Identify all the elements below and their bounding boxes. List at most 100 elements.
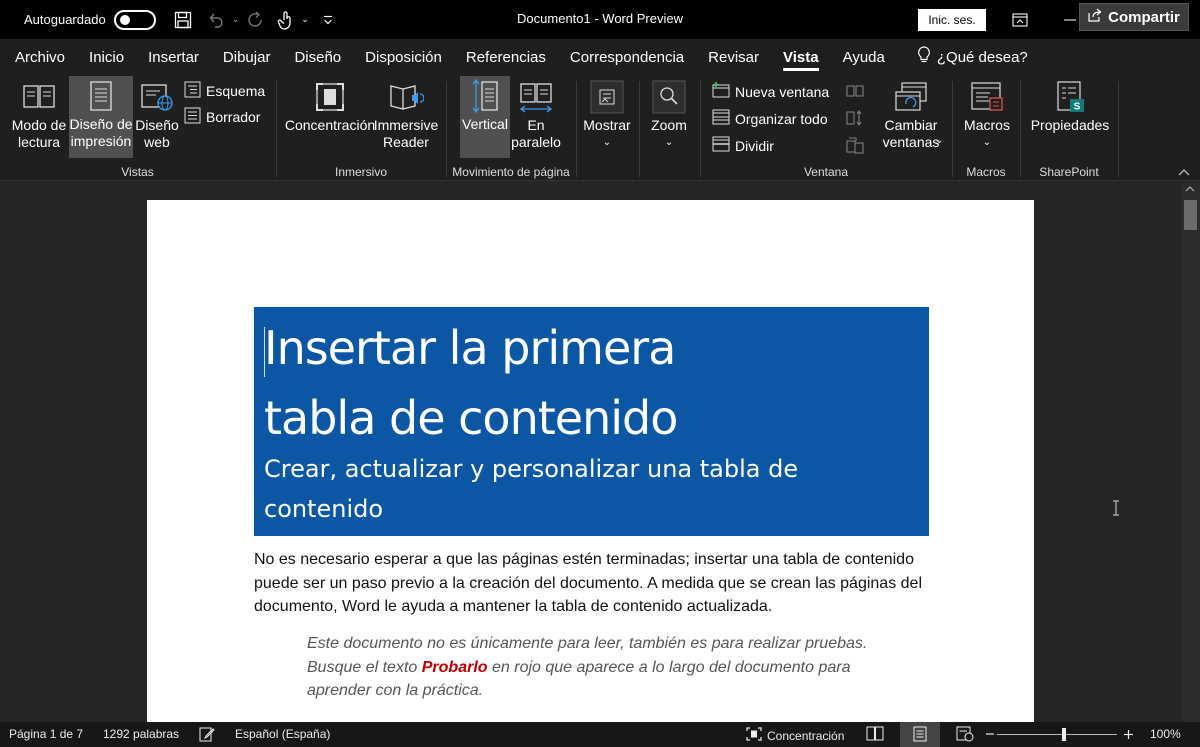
view-side-by-side-icon[interactable] <box>846 83 864 104</box>
zoom-slider-thumb[interactable] <box>1062 728 1066 741</box>
propiedades-button[interactable]: S Propiedades <box>1028 77 1112 159</box>
document-page[interactable]: Insertar la primera tabla de contenido C… <box>147 200 1034 722</box>
macros-chevron-icon: ⌄ <box>982 137 992 148</box>
undo-icon[interactable] <box>204 7 230 33</box>
tab-diseno[interactable]: Diseño <box>282 39 353 75</box>
ribbon-separator <box>446 81 447 177</box>
nueva-ventana-label: Nueva ventana <box>735 83 830 100</box>
scrollbar-thumb[interactable] <box>1184 200 1197 230</box>
document-title-line2[interactable]: tabla de contenido <box>264 383 919 453</box>
diseno-impresion-button[interactable]: Diseño de impresión <box>69 76 133 158</box>
nueva-ventana-button[interactable]: Nueva ventana <box>712 82 829 101</box>
tell-me-text: ¿Qué desea? <box>936 48 1028 66</box>
scroll-up-icon[interactable] <box>1185 184 1195 195</box>
body-paragraph[interactable]: No es necesario esperar a que las página… <box>254 548 934 619</box>
ribbon-separator <box>700 81 701 177</box>
ribbon-separator <box>276 81 277 177</box>
title-block[interactable]: Insertar la primera tabla de contenido C… <box>254 307 929 536</box>
quote-paragraph[interactable]: Este documento no es únicamente para lee… <box>307 632 907 703</box>
undo-chevron-icon[interactable]: ⌄ <box>232 14 240 25</box>
ribbon-separator <box>1118 81 1119 177</box>
touch-mode-icon[interactable] <box>273 7 299 33</box>
sign-in-button[interactable]: Inic. ses. <box>918 9 986 31</box>
concentracion-button[interactable]: Concentración <box>285 77 375 159</box>
switch-windows-icon <box>894 77 928 117</box>
ribbon: Modo de lectura Diseño de impresión Dise… <box>0 75 1200 181</box>
borrador-button[interactable]: Borrador <box>184 107 260 127</box>
share-label: Compartir <box>1108 8 1180 26</box>
svg-text:S: S <box>1074 102 1081 113</box>
zoom-chevron-icon: ⌄ <box>664 137 674 148</box>
zoom-out-icon[interactable] <box>986 733 994 735</box>
organizar-todo-button[interactable]: Organizar todo <box>712 109 828 128</box>
zoom-level[interactable]: 100% <box>1150 727 1181 741</box>
group-label-inmersivo: Inmersivo <box>334 165 387 179</box>
macros-button[interactable]: Macros ⌄ <box>958 77 1016 159</box>
ribbon-separator <box>639 81 640 177</box>
dividir-label: Dividir <box>735 137 774 154</box>
organizar-todo-label: Organizar todo <box>735 110 828 127</box>
focus-mode-button[interactable]: Concentración <box>746 727 844 744</box>
customize-toolbar-icon[interactable] <box>315 7 341 33</box>
print-layout-status-icon[interactable] <box>913 726 927 742</box>
split-icon <box>712 136 730 155</box>
macros-icon <box>970 77 1004 117</box>
autosave-toggle[interactable] <box>113 9 156 30</box>
show-icon <box>589 77 625 117</box>
side-to-side-icon <box>518 77 554 117</box>
diseno-impresion-label: Diseño de impresión <box>69 116 133 149</box>
page-count[interactable]: Página 1 de 7 <box>9 727 83 741</box>
en-paralelo-button[interactable]: En paralelo <box>511 77 561 159</box>
tab-archivo[interactable]: Archivo <box>0 39 77 75</box>
cambiar-ventanas-chevron-icon: ⌄ <box>935 135 944 146</box>
dividir-button[interactable]: Dividir <box>712 136 774 155</box>
tab-dibujar[interactable]: Dibujar <box>211 39 283 75</box>
tab-revisar[interactable]: Revisar <box>696 39 771 75</box>
new-window-icon <box>712 82 730 101</box>
tab-vista[interactable]: Vista <box>771 39 831 75</box>
tab-insertar[interactable]: Insertar <box>136 39 211 75</box>
esquema-button[interactable]: Esquema <box>184 81 265 101</box>
tell-me-box[interactable]: ¿Qué desea? <box>917 46 1028 68</box>
word-count[interactable]: 1292 palabras <box>103 727 179 741</box>
zoom-button[interactable]: Zoom ⌄ <box>643 77 695 159</box>
zoom-slider-track[interactable] <box>997 734 1117 735</box>
language-indicator[interactable]: Español (España) <box>235 727 330 741</box>
mostrar-button[interactable]: Mostrar ⌄ <box>580 77 634 159</box>
tab-inicio[interactable]: Inicio <box>77 39 136 75</box>
immersive-reader-icon <box>388 77 424 117</box>
draft-icon <box>184 107 201 127</box>
document-canvas[interactable]: Insertar la primera tabla de contenido C… <box>0 182 1181 722</box>
ibeam-cursor-icon <box>1112 500 1120 521</box>
document-title-line1[interactable]: Insertar la primera <box>264 313 919 383</box>
vertical-label: Vertical <box>462 116 508 132</box>
reset-window-position-icon[interactable] <box>846 136 864 159</box>
autosave-label: Autoguardado <box>24 12 106 27</box>
menu-bar: Archivo Inicio Insertar Dibujar Diseño D… <box>0 39 1200 75</box>
tab-ayuda[interactable]: Ayuda <box>831 39 897 75</box>
modo-lectura-button[interactable]: Modo de lectura <box>6 77 72 159</box>
proofing-icon[interactable] <box>199 726 215 742</box>
synchronous-scroll-icon[interactable] <box>846 109 864 132</box>
zoom-in-icon[interactable] <box>1124 730 1133 739</box>
cambiar-ventanas-button[interactable]: Cambiar ventanas <box>876 77 946 159</box>
mostrar-chevron-icon: ⌄ <box>602 137 612 148</box>
save-icon[interactable] <box>170 7 196 33</box>
read-mode-status-icon[interactable] <box>866 726 884 741</box>
diseno-web-button[interactable]: Diseño web <box>134 77 180 159</box>
ribbon-display-icon[interactable] <box>995 0 1045 39</box>
tab-disposicion[interactable]: Disposición <box>353 39 454 75</box>
share-button[interactable]: Compartir <box>1079 3 1189 31</box>
redo-icon[interactable] <box>243 7 269 33</box>
tab-referencias[interactable]: Referencias <box>454 39 558 75</box>
zoom-icon <box>651 77 687 117</box>
touch-chevron-icon[interactable]: ⌄ <box>301 14 309 25</box>
vertical-scrollbar[interactable] <box>1181 182 1200 722</box>
collapse-ribbon-icon[interactable] <box>1178 165 1190 179</box>
tab-correspondencia[interactable]: Correspondencia <box>558 39 696 75</box>
web-layout-status-icon[interactable] <box>956 726 974 742</box>
vertical-button[interactable]: Vertical <box>460 76 510 158</box>
diseno-web-label: Diseño web <box>135 117 179 150</box>
immersive-reader-button[interactable]: Immersive Reader <box>372 77 440 159</box>
document-subtitle[interactable]: Crear, actualizar y personalizar una tab… <box>264 449 919 529</box>
